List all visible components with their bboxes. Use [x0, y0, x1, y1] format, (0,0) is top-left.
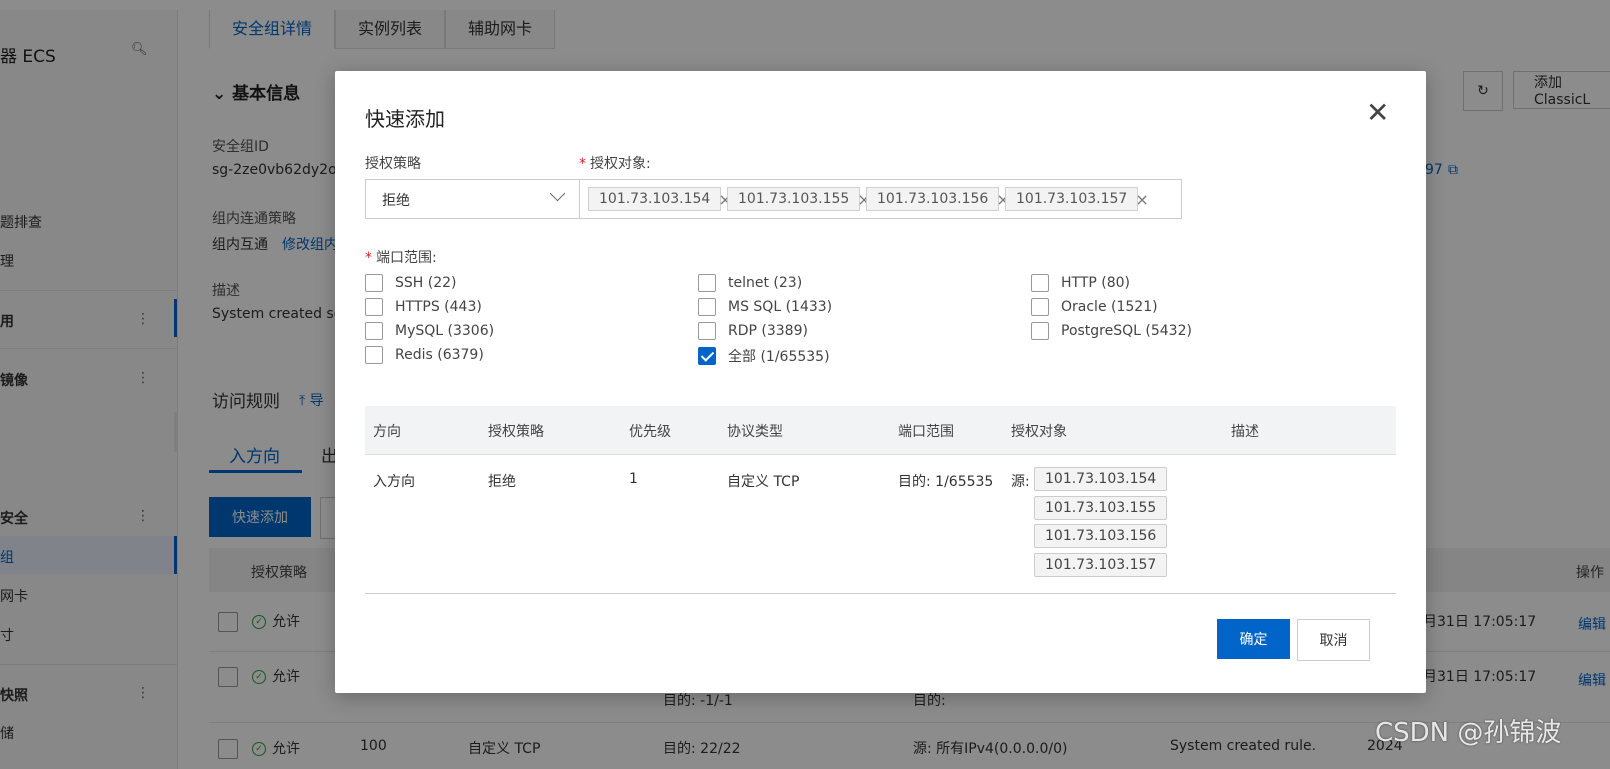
- target-field-label-text: 授权对象:: [590, 156, 651, 172]
- checkbox[interactable]: [1031, 274, 1049, 292]
- port-option-mysql[interactable]: MySQL (3306): [365, 322, 494, 340]
- checkbox[interactable]: [365, 322, 383, 340]
- target-tag-input[interactable]: 101.73.103.154 × 101.73.103.155 × 101.73.1…: [579, 179, 1182, 219]
- tag-label: 101.73.103.157: [1016, 191, 1128, 207]
- policy-select[interactable]: 拒绝: [365, 179, 580, 219]
- preview-priority: 1: [629, 471, 638, 487]
- preview-protocol: 自定义 TCP: [727, 474, 800, 490]
- checkbox[interactable]: [698, 274, 716, 292]
- port-option-mssql[interactable]: MS SQL (1433): [698, 298, 832, 316]
- port-option-label: PostgreSQL (5432): [1061, 323, 1192, 339]
- quick-add-dialog: 快速添加 ✕ 授权策略 拒绝 * 授权对象: 101.73.103.154 × 10…: [335, 71, 1426, 693]
- port-option-label: HTTPS (443): [395, 299, 482, 315]
- chevron-down-icon: [549, 185, 566, 202]
- checkbox-checked[interactable]: [698, 347, 716, 365]
- checkbox[interactable]: [698, 322, 716, 340]
- preview-source-prefix: 源:: [1011, 474, 1030, 490]
- port-option-oracle[interactable]: Oracle (1521): [1031, 298, 1158, 316]
- port-option-label: Redis (6379): [395, 347, 484, 363]
- checkbox[interactable]: [1031, 322, 1049, 340]
- port-option-ssh[interactable]: SSH (22): [365, 274, 457, 292]
- tag-remove-icon[interactable]: ×: [1135, 190, 1148, 209]
- preview-divider: [365, 593, 1396, 594]
- tag-label: 101.73.103.156: [877, 191, 989, 207]
- policy-field-label: 授权策略: [365, 156, 421, 172]
- port-option-label: MySQL (3306): [395, 323, 495, 339]
- port-option-label: SSH (22): [395, 275, 457, 291]
- target-tag: 101.73.103.156 ×: [866, 187, 1010, 211]
- preview-col-direction: 方向: [373, 424, 401, 440]
- checkbox[interactable]: [365, 274, 383, 292]
- checkbox[interactable]: [1031, 298, 1049, 316]
- port-option-label: Oracle (1521): [1061, 299, 1158, 315]
- cancel-button[interactable]: 取消: [1297, 619, 1370, 661]
- preview-col-port: 端口范围: [898, 424, 954, 440]
- preview-source-chip: 101.73.103.155: [1034, 496, 1168, 520]
- close-icon[interactable]: ✕: [1366, 99, 1389, 127]
- port-option-rdp[interactable]: RDP (3389): [698, 322, 808, 340]
- tag-label: 101.73.103.155: [738, 191, 850, 207]
- policy-select-value: 拒绝: [382, 193, 410, 209]
- port-field-label-text: 端口范围:: [376, 250, 437, 266]
- port-option-http[interactable]: HTTP (80): [1031, 274, 1130, 292]
- preview-source-chip: 101.73.103.156: [1034, 524, 1168, 548]
- preview-table-header: 方向 授权策略 优先级 协议类型 端口范围 授权对象 描述: [365, 406, 1396, 455]
- preview-col-target: 授权对象: [1011, 424, 1067, 440]
- port-option-postgresql[interactable]: PostgreSQL (5432): [1031, 322, 1192, 340]
- target-tag: 101.73.103.157 ×: [1005, 187, 1149, 211]
- preview-col-priority: 优先级: [629, 424, 671, 440]
- port-option-label: telnet (23): [728, 275, 803, 291]
- port-option-telnet[interactable]: telnet (23): [698, 274, 802, 292]
- port-option-label: HTTP (80): [1061, 275, 1131, 291]
- tag-label: 101.73.103.154: [599, 191, 711, 207]
- target-field-label: * 授权对象:: [579, 153, 651, 173]
- port-option-label: 全部 (1/65535): [728, 349, 830, 365]
- preview-col-policy: 授权策略: [488, 424, 544, 440]
- checkbox[interactable]: [365, 298, 383, 316]
- target-tag: 101.73.103.155 ×: [727, 187, 871, 211]
- watermark: CSDN @孙锦波: [1375, 718, 1562, 748]
- port-option-label: RDP (3389): [728, 323, 808, 339]
- port-field-label: * 端口范围:: [365, 247, 437, 267]
- required-marker: *: [579, 156, 586, 172]
- dialog-title: 快速添加: [365, 107, 445, 131]
- preview-source-chip: 101.73.103.154: [1034, 467, 1168, 491]
- checkbox[interactable]: [698, 298, 716, 316]
- preview-col-protocol: 协议类型: [727, 424, 783, 440]
- preview-port: 目的: 1/65535: [898, 474, 994, 490]
- port-option-label: MS SQL (1433): [728, 299, 833, 315]
- preview-col-desc: 描述: [1231, 424, 1259, 440]
- confirm-button[interactable]: 确定: [1217, 619, 1290, 659]
- checkbox[interactable]: [365, 346, 383, 364]
- port-option-redis[interactable]: Redis (6379): [365, 346, 484, 364]
- preview-source-chip: 101.73.103.157: [1034, 553, 1168, 577]
- preview-direction: 入方向: [373, 474, 415, 490]
- required-marker: *: [365, 250, 372, 266]
- port-option-https[interactable]: HTTPS (443): [365, 298, 482, 316]
- target-tag: 101.73.103.154 ×: [588, 187, 732, 211]
- port-option-all[interactable]: 全部 (1/65535): [698, 346, 830, 366]
- preview-policy: 拒绝: [488, 474, 516, 490]
